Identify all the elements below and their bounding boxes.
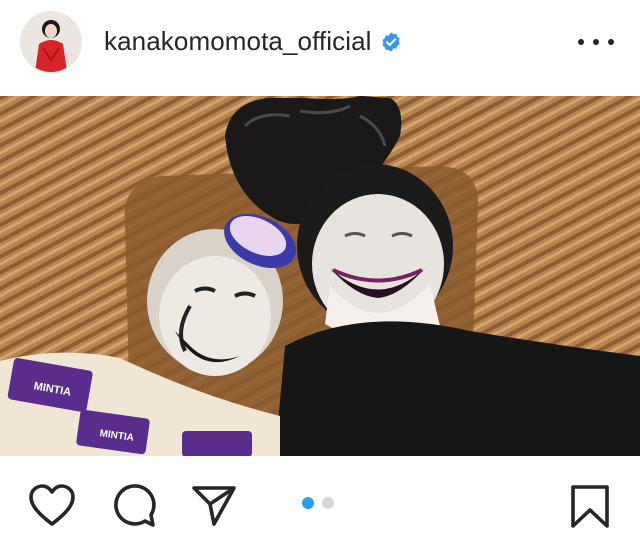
more-dot (593, 39, 599, 45)
save-button[interactable] (566, 484, 614, 528)
post-image: MINTIA MINTIA (0, 96, 640, 456)
avatar-image (21, 12, 81, 72)
profile-avatar[interactable] (21, 12, 81, 72)
heart-icon (29, 484, 75, 526)
username[interactable]: kanakomomota_official (104, 26, 372, 57)
comment-icon (114, 484, 156, 527)
comment-button[interactable] (110, 484, 158, 528)
carousel-dot-active (302, 497, 314, 509)
post-header: kanakomomota_official (0, 0, 640, 88)
post-photo[interactable]: MINTIA MINTIA (0, 96, 640, 456)
username-row: kanakomomota_official (104, 26, 402, 57)
verified-badge-icon (381, 31, 400, 52)
more-dot (578, 39, 584, 45)
more-dot (608, 39, 614, 45)
carousel-dot (322, 497, 334, 509)
send-icon (192, 486, 236, 526)
more-options-button[interactable] (578, 28, 614, 56)
share-button[interactable] (190, 484, 238, 528)
carousel-indicator (302, 497, 334, 509)
like-button[interactable] (28, 484, 76, 528)
bookmark-icon (571, 485, 609, 528)
